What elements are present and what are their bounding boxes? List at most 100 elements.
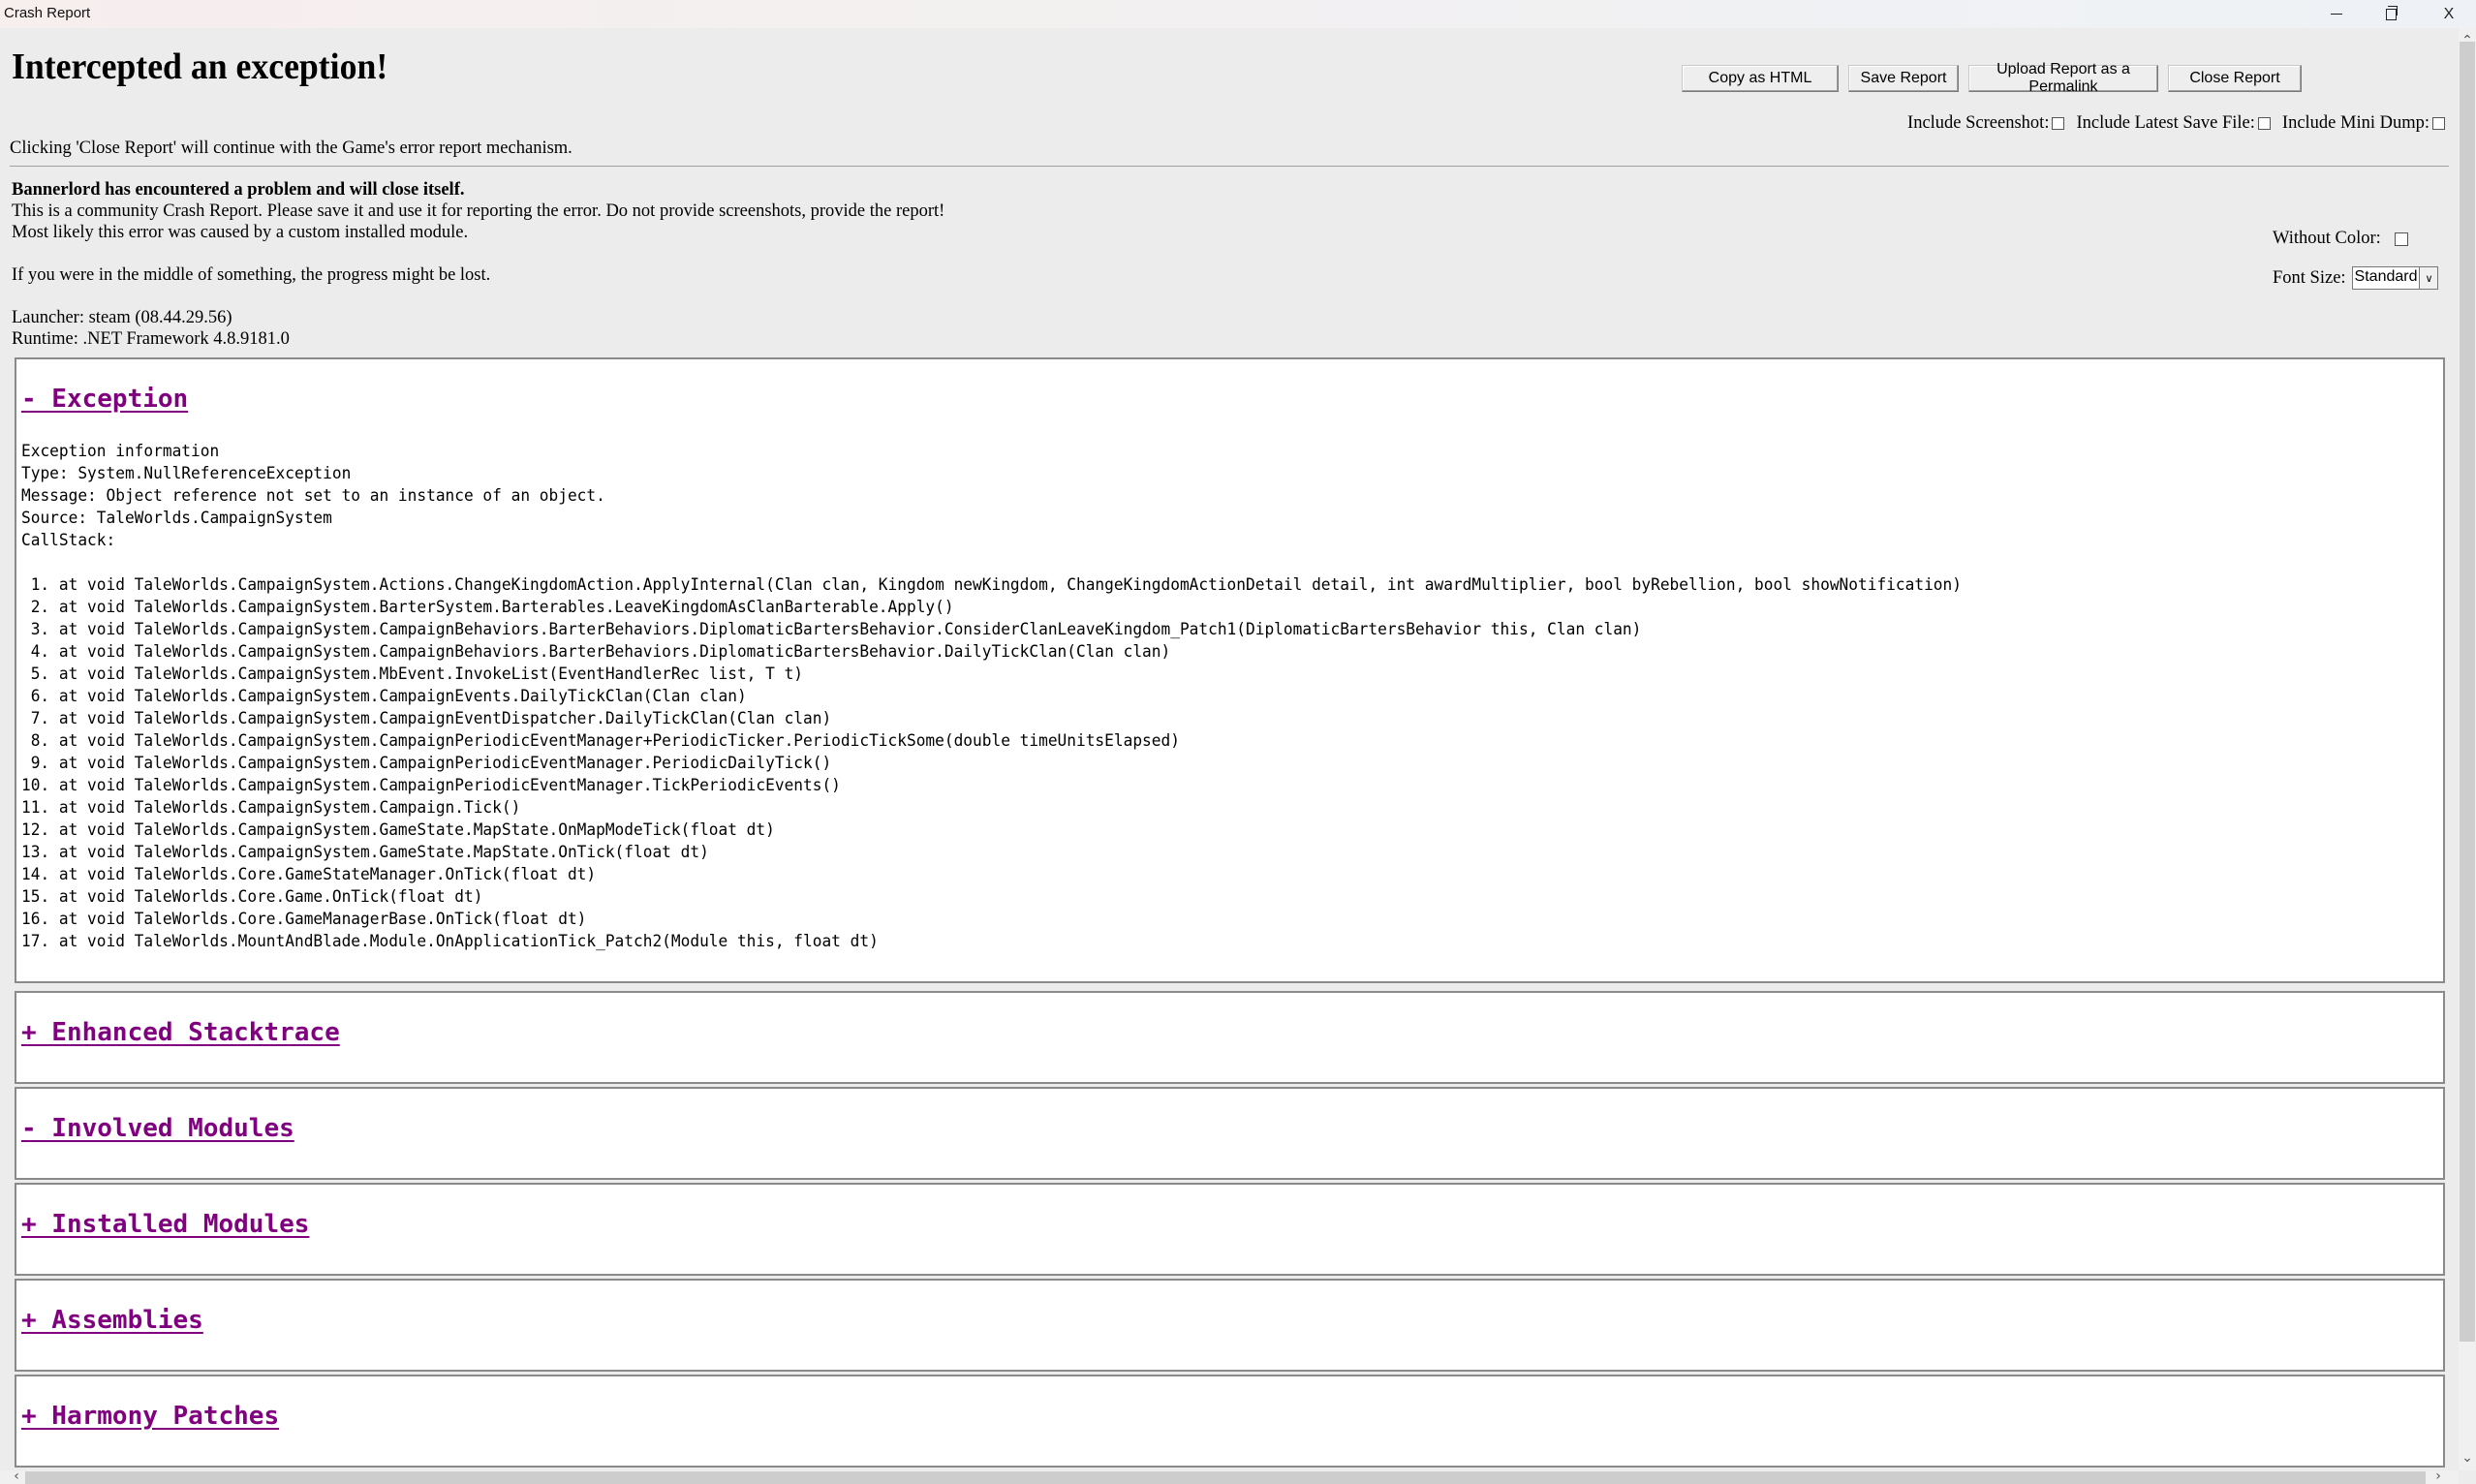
frame-text: at void TaleWorlds.CampaignSystem.Campai… — [58, 620, 1642, 639]
callstack-frame: 16. at void TaleWorlds.Core.GameManagerBa… — [21, 909, 1962, 931]
frame-text: at void TaleWorlds.CampaignSystem.GameSt… — [58, 843, 709, 862]
title-bar: Crash Report X — [0, 0, 2476, 28]
frame-text: at void TaleWorlds.MountAndBlade.Module.… — [58, 932, 879, 951]
exception-info-header: Exception information — [21, 442, 220, 461]
frame-text: at void TaleWorlds.CampaignSystem.Campai… — [58, 798, 521, 818]
close-note: Clicking 'Close Report' will continue wi… — [10, 139, 573, 158]
callstack-label: CallStack: — [21, 531, 116, 550]
callstack-frame: 9. at void TaleWorlds.CampaignSystem.Camp… — [21, 753, 1962, 775]
page-title: Intercepted an exception! — [12, 46, 388, 87]
include-save-option[interactable]: Include Latest Save File: — [2076, 113, 2271, 134]
vertical-scroll-thumb[interactable] — [2460, 42, 2475, 1342]
harmony-patches-toggle[interactable]: + Harmony Patches — [21, 1402, 279, 1431]
font-size-label: Font Size: — [2273, 267, 2346, 288]
callstack-frame: 2. at void TaleWorlds.CampaignSystem.Bart… — [21, 597, 1962, 619]
frame-number: 7. — [30, 709, 50, 728]
without-color-option[interactable]: Without Color: — [2273, 229, 2438, 249]
save-report-button[interactable]: Save Report — [1848, 65, 1959, 92]
frame-number: 4. — [30, 642, 50, 662]
exception-toggle[interactable]: - Exception — [21, 385, 188, 414]
callstack-frame: 10. at void TaleWorlds.CampaignSystem.Cam… — [21, 775, 1962, 797]
callstack-frame: 11. at void TaleWorlds.CampaignSystem.Cam… — [21, 797, 1962, 819]
frame-number: 2. — [30, 598, 50, 617]
include-save-checkbox[interactable] — [2257, 117, 2271, 130]
copy-as-html-button[interactable]: Copy as HTML — [1682, 65, 1839, 92]
include-screenshot-checkbox[interactable] — [2052, 117, 2065, 130]
callstack-frame: 3. at void TaleWorlds.CampaignSystem.Camp… — [21, 619, 1962, 641]
close-window-button[interactable]: X — [2422, 0, 2476, 28]
frame-number: 17. — [21, 932, 50, 951]
frame-number: 9. — [30, 754, 50, 773]
include-screenshot-option[interactable]: Include Screenshot: — [1907, 113, 2065, 134]
intro-text: Bannerlord has encountered a problem and… — [12, 179, 944, 286]
assemblies-toggle[interactable]: + Assemblies — [21, 1306, 203, 1335]
frame-text: at void TaleWorlds.CampaignSystem.Action… — [58, 575, 1962, 595]
callstack-frame: 13. at void TaleWorlds.CampaignSystem.Gam… — [21, 842, 1962, 864]
involved-modules-toggle[interactable]: - Involved Modules — [21, 1114, 294, 1143]
without-color-checkbox[interactable] — [2394, 232, 2408, 246]
enhanced-stacktrace-section: + Enhanced Stacktrace — [15, 991, 2445, 1084]
frame-number: 16. — [21, 910, 50, 929]
frame-number: 11. — [21, 798, 50, 818]
callstack-frame: 6. at void TaleWorlds.CampaignSystem.Camp… — [21, 686, 1962, 708]
callstack-frame: 5. at void TaleWorlds.CampaignSystem.MbEv… — [21, 664, 1962, 686]
callstack-frame: 4. at void TaleWorlds.CampaignSystem.Camp… — [21, 641, 1962, 664]
close-report-button[interactable]: Close Report — [2168, 65, 2302, 92]
frame-text: at void TaleWorlds.Core.GameStateManager… — [58, 865, 597, 884]
callstack-frame: 15. at void TaleWorlds.Core.Game.OnTick(f… — [21, 886, 1962, 909]
restore-icon — [2385, 5, 2398, 20]
divider — [10, 166, 2449, 167]
include-dump-checkbox[interactable] — [2432, 117, 2445, 130]
intro-headline: Bannerlord has encountered a problem and… — [12, 180, 465, 200]
font-size-value: Standard — [2354, 268, 2418, 285]
window-title: Crash Report — [4, 5, 91, 21]
frame-number: 1. — [30, 575, 50, 595]
involved-modules-section: - Involved Modules — [15, 1087, 2445, 1180]
chevron-down-icon[interactable]: ⌄ — [2459, 1449, 2476, 1467]
include-dump-label: Include Mini Dump: — [2281, 113, 2430, 133]
frame-number: 12. — [21, 820, 50, 840]
frame-text: at void TaleWorlds.CampaignSystem.Campai… — [58, 731, 1180, 751]
frame-text: at void TaleWorlds.Core.Game.OnTick(floa… — [58, 887, 483, 907]
frame-number: 13. — [21, 843, 50, 862]
intro-line: Most likely this error was caused by a c… — [12, 223, 469, 242]
chevron-left-icon[interactable]: ‹ — [8, 1469, 25, 1484]
exception-section: - Exception Exception information Type: … — [15, 357, 2445, 983]
frame-text: at void TaleWorlds.CampaignSystem.Campai… — [58, 776, 841, 795]
frame-number: 15. — [21, 887, 50, 907]
callstack-frame: 14. at void TaleWorlds.Core.GameStateMana… — [21, 864, 1962, 886]
callstack-list: 1. at void TaleWorlds.CampaignSystem.Acti… — [21, 574, 1962, 953]
font-size-option: Font Size: Standard ∨ — [2273, 266, 2439, 290]
callstack-frame: 8. at void TaleWorlds.CampaignSystem.Camp… — [21, 730, 1962, 753]
frame-text: at void TaleWorlds.CampaignSystem.Campai… — [58, 709, 832, 728]
installed-modules-toggle[interactable]: + Installed Modules — [21, 1210, 309, 1239]
restore-button[interactable] — [2364, 0, 2418, 28]
frame-number: 8. — [30, 731, 50, 751]
launcher-info: Launcher: steam (08.44.29.56) — [12, 308, 232, 327]
enhanced-stacktrace-toggle[interactable]: + Enhanced Stacktrace — [21, 1018, 340, 1047]
frame-text: at void TaleWorlds.CampaignSystem.Barter… — [58, 598, 954, 617]
horizontal-scrollbar[interactable]: ‹ › — [0, 1469, 2459, 1484]
font-size-select[interactable]: Standard ∨ — [2351, 266, 2439, 290]
exception-type: Type: System.NullReferenceException — [21, 464, 352, 483]
close-icon: X — [2443, 5, 2455, 22]
horizontal-scroll-thumb[interactable] — [25, 1471, 2426, 1484]
include-dump-option[interactable]: Include Mini Dump: — [2282, 113, 2445, 134]
exception-info: Exception information Type: System.NullR… — [21, 441, 605, 552]
callstack-frame: 1. at void TaleWorlds.CampaignSystem.Acti… — [21, 574, 1962, 597]
frame-text: at void TaleWorlds.Core.GameManagerBase.… — [58, 910, 587, 929]
upload-permalink-button[interactable]: Upload Report as a Permalink — [1968, 61, 2158, 95]
frame-number: 3. — [30, 620, 50, 639]
chevron-right-icon[interactable]: › — [2430, 1469, 2447, 1484]
frame-number: 10. — [21, 776, 50, 795]
assemblies-section: + Assemblies — [15, 1279, 2445, 1372]
include-save-label: Include Latest Save File: — [2076, 113, 2255, 133]
vertical-scrollbar[interactable]: ⌃ ⌄ — [2459, 28, 2476, 1470]
include-options: Include Screenshot: Include Latest Save … — [1896, 113, 2445, 134]
callstack-frame: 12. at void TaleWorlds.CampaignSystem.Gam… — [21, 819, 1962, 842]
frame-text: at void TaleWorlds.CampaignSystem.MbEven… — [58, 665, 804, 684]
minimize-button[interactable] — [2309, 0, 2364, 28]
callstack-frame: 7. at void TaleWorlds.CampaignSystem.Camp… — [21, 708, 1962, 730]
report-page: Intercepted an exception! Copy as HTML S… — [0, 28, 2459, 1470]
